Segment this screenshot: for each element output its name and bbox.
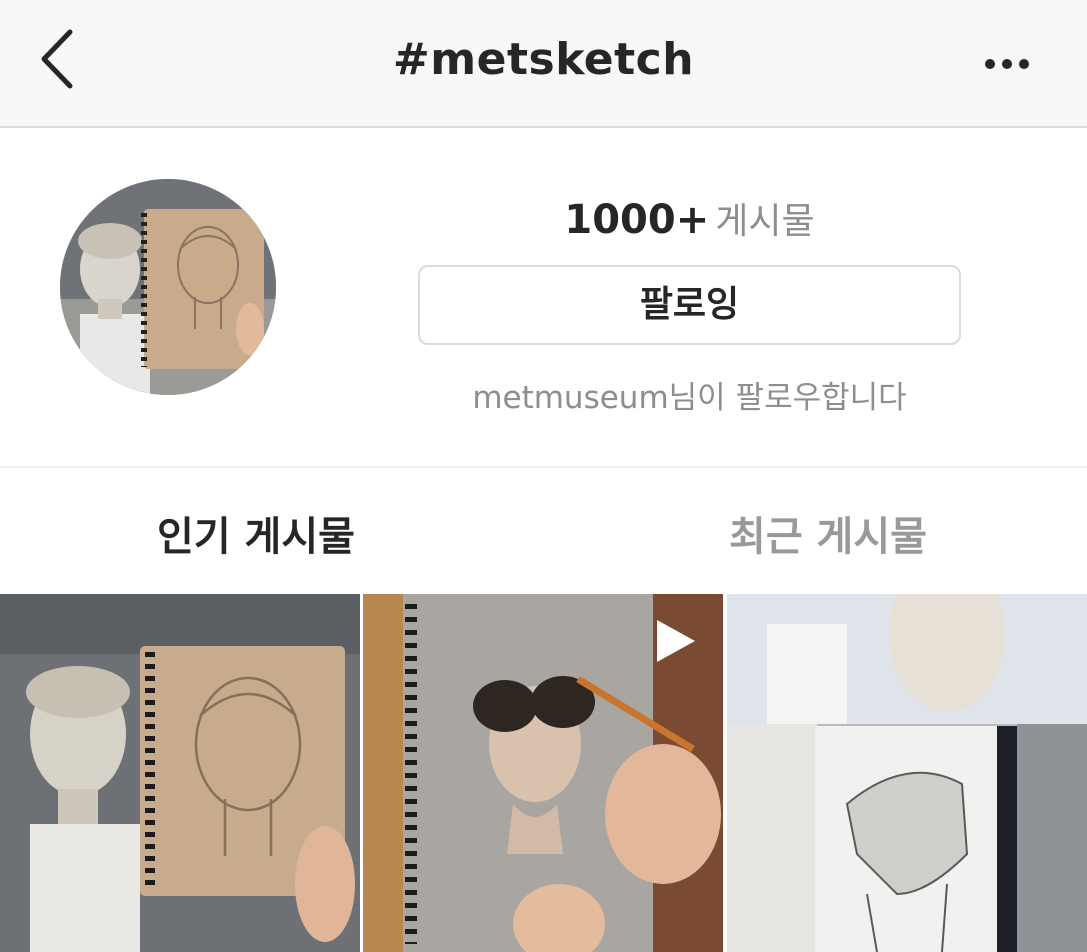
video-play-icon <box>657 620 695 662</box>
post-thumbnail[interactable] <box>363 594 723 952</box>
post-grid <box>0 594 1087 952</box>
hashtag-title: #metsketch <box>392 34 695 85</box>
post-tabs: 인기 게시물 최근 게시물 <box>0 470 1087 594</box>
followed-by-text: metmuseum님이 팔로우합니다 <box>472 380 907 416</box>
post-thumbnail[interactable] <box>0 594 360 952</box>
following-button[interactable]: 팔로잉 <box>418 265 961 345</box>
post-thumbnail[interactable] <box>727 594 1087 952</box>
more-horizontal-icon <box>985 59 1029 69</box>
hashtag-avatar <box>60 179 276 395</box>
hashtag-profile-section: 1000+ 게시물 팔로잉 metmuseum님이 팔로우합니다 <box>0 130 1087 468</box>
post-count-label: 게시물 <box>715 201 815 242</box>
top-nav-bar: #metsketch <box>0 0 1087 128</box>
tab-top-posts[interactable]: 인기 게시물 <box>56 504 456 562</box>
post-count-number: 1000+ <box>564 197 710 243</box>
tab-recent-posts[interactable]: 최근 게시물 <box>628 504 1028 562</box>
more-options-button[interactable] <box>978 44 1038 84</box>
post-count: 1000+ 게시물 <box>418 192 961 244</box>
